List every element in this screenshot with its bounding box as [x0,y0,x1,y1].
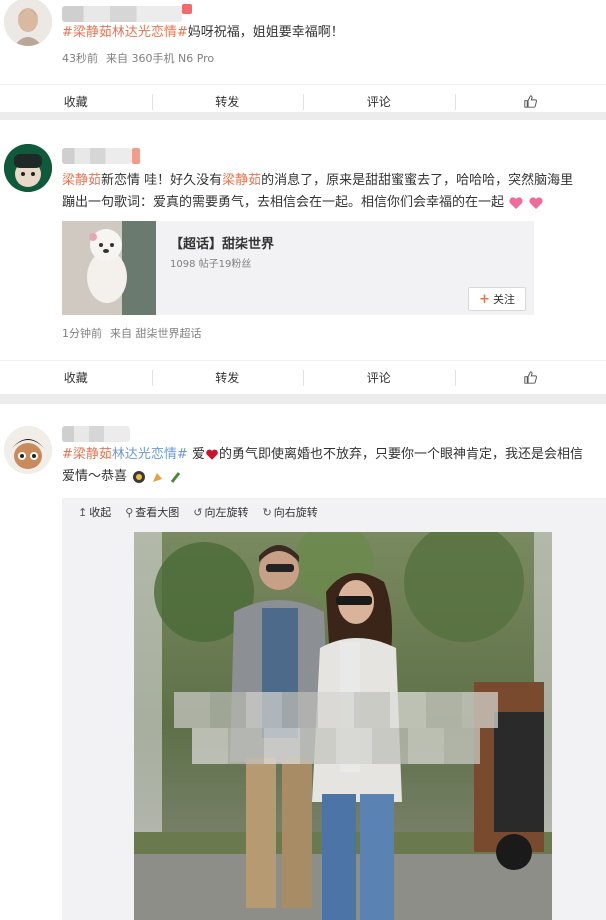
user-avatar[interactable] [4,0,52,46]
mosaic-blur [174,692,498,764]
user-avatar[interactable] [4,426,52,474]
comment-label: 评论 [366,371,391,385]
topic-link-2[interactable]: 梁静茹 [222,173,261,188]
red-heart-emoji-icon [206,449,218,460]
collect-label: 收藏 [63,371,88,385]
username-redacted[interactable] [62,426,130,442]
post-photo[interactable] [134,532,552,920]
comment-button[interactable]: 评论 [303,85,455,118]
action-bar: 收藏 转发 评论 [0,84,606,118]
view-large-button[interactable]: ⚲ 查看大图 [125,504,179,520]
rotate-left-button[interactable]: ↺ 向左旋转 [193,504,248,520]
rotate-right-label: 向右旋转 [273,506,318,519]
forward-label: 转发 [215,371,240,385]
topic-link-blue[interactable]: 林达光恋情# [112,447,188,462]
post-body-text: 妈呀祝福，姐姐要幸福啊！ [187,25,344,40]
search-icon: ⚲ [125,505,134,519]
topic-link[interactable]: #梁静茹 [62,447,112,462]
super-topic-title: 【超话】甜柒世界 [170,237,275,252]
super-topic-card[interactable]: 【超话】甜柒世界 1098 帖子19粉丝 + 关注 [62,221,534,315]
avatar-cartoon-icon [4,144,52,192]
collapse-label: 收起 [89,506,112,519]
view-large-label: 查看大图 [135,506,180,519]
post-source[interactable]: 来自 甜柒世界超话 [110,327,202,340]
avatar-portrait-icon [4,0,52,46]
topic-link[interactable]: #梁静茹林达光恋情# [62,25,188,40]
rotate-right-icon: ↻ [262,505,272,519]
celebration-emoji-icon [153,472,163,482]
plus-icon: + [479,291,490,307]
follow-label: 关注 [492,293,515,306]
super-topic-stats: 1098 帖子19粉丝 [170,259,252,270]
post-meta: 43秒前 来自 360手机 N6 Pro [62,50,222,66]
forward-button[interactable]: 转发 [151,361,304,394]
post-body-text: 爱 [187,447,205,462]
follow-button[interactable]: + 关注 [468,287,526,311]
champagne-emoji-icon [171,471,181,483]
super-topic-image [62,221,156,315]
comment-label: 评论 [366,95,391,109]
post-time[interactable]: 1分钟前 [62,327,102,340]
collect-button[interactable]: 收藏 [0,85,152,118]
username-badge [182,4,192,14]
post-source[interactable]: 来自 360手机 N6 Pro [106,52,214,65]
forward-button[interactable]: 转发 [151,85,304,118]
party-emoji-icon [133,470,146,483]
media-toolbar: ↥ 收起 ⚲ 查看大图 ↺ 向左旋转 ↻ 向右旋转 [78,504,318,520]
weibo-post-1: #梁静茹林达光恋情#妈呀祝福，姐姐要幸福啊！ 43秒前 来自 360手机 N6 P… [0,0,606,112]
like-button[interactable] [454,85,606,118]
username-redacted[interactable] [62,6,182,22]
weibo-post-3: #梁静茹林达光恋情# 爱的勇气即使离婚也不放弃，只要你一个眼神肯定，我还是会相信… [0,404,606,920]
like-button[interactable] [454,361,606,394]
hearts-emoji-icon [509,196,523,209]
post-meta: 1分钟前 来自 甜柒世界超话 [62,325,210,341]
avatar-cartoon-icon [4,426,52,474]
couple-photo [134,532,552,920]
weibo-post-2: 梁静茹新恋情 哇！好久没有梁静茹的消息了，原来是甜甜蜜蜜去了，哈哈哈，突然脑海里… [0,120,606,394]
thumbs-up-icon [524,95,537,108]
collect-label: 收藏 [63,95,88,109]
topic-link[interactable]: 梁静茹 [62,173,101,188]
comment-button[interactable]: 评论 [303,361,455,394]
post-time[interactable]: 43秒前 [62,52,98,65]
hearts-emoji-icon [529,196,543,209]
forward-label: 转发 [215,95,240,109]
puppy-image [62,221,156,315]
post-body-text: 新恋情 哇！好久没有 [101,173,223,188]
collapse-button[interactable]: ↥ 收起 [78,504,111,520]
topic-part-a: #梁静茹 [62,447,112,462]
expanded-media: ↥ 收起 ⚲ 查看大图 ↺ 向左旋转 ↻ 向右旋转 [62,498,606,920]
collect-button[interactable]: 收藏 [0,361,152,394]
post-text: #梁静茹林达光恋情# 爱的勇气即使离婚也不放弃，只要你一个眼神肯定，我还是会相信… [62,444,584,488]
post-text: 梁静茹新恋情 哇！好久没有梁静茹的消息了，原来是甜甜蜜蜜去了，哈哈哈，突然脑海里… [62,170,584,214]
user-avatar[interactable] [4,144,52,192]
thumbs-up-icon [524,371,537,384]
post-text: #梁静茹林达光恋情#妈呀祝福，姐姐要幸福啊！ [62,22,584,44]
rotate-right-button[interactable]: ↻ 向右旋转 [263,504,318,520]
action-bar: 收藏 转发 评论 [0,360,606,394]
collapse-icon: ↥ [78,505,88,519]
username-badge [132,148,140,164]
rotate-left-label: 向左旋转 [204,506,249,519]
rotate-left-icon: ↺ [193,505,203,519]
username-redacted[interactable] [62,148,132,164]
